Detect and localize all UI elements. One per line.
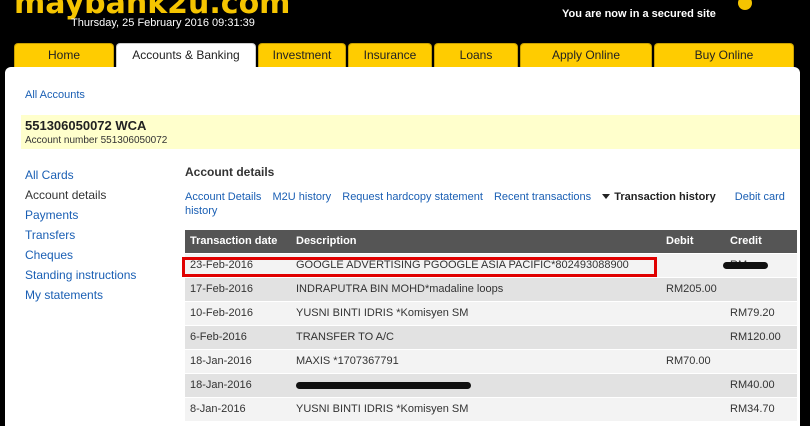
- breadcrumb-all-accounts[interactable]: All Accounts: [25, 89, 85, 101]
- cell-date: 17-Feb-2016: [185, 276, 291, 301]
- table-row: 18-Jan-2016 RM40.00: [185, 372, 797, 397]
- triangle-down-icon: [602, 194, 611, 199]
- table-row: 6-Feb-2016 TRANSFER TO A/C RM120.00: [185, 324, 797, 349]
- tab-apply-online[interactable]: Apply Online: [520, 43, 652, 67]
- col-transaction-date: Transaction date: [185, 230, 291, 253]
- sidebar-item-cheques[interactable]: Cheques: [25, 245, 136, 265]
- header-bar: maybank2u.com Thursday, 25 February 2016…: [0, 0, 810, 44]
- sidebar: All Cards Account details Payments Trans…: [25, 165, 136, 305]
- sidebar-item-account-details[interactable]: Account details: [25, 185, 136, 205]
- cell-debit: [661, 300, 725, 325]
- secure-site-notice: You are now in a secured site: [562, 8, 716, 20]
- link-transaction-history: Transaction history: [602, 191, 723, 203]
- cell-description: TRANSFER TO A/C: [291, 324, 661, 349]
- highlight-box: [182, 257, 657, 277]
- account-subnav: Account Details M2U history Request hard…: [185, 190, 785, 218]
- sidebar-item-standing-instructions[interactable]: Standing instructions: [25, 265, 136, 285]
- cell-debit: [661, 252, 725, 277]
- tab-accounts-banking[interactable]: Accounts & Banking: [116, 43, 256, 70]
- sidebar-item-all-cards[interactable]: All Cards: [25, 165, 136, 185]
- cell-description: YUSNI BINTI IDRIS *Komisyen SM: [291, 396, 661, 421]
- redaction-scribble: [296, 381, 471, 389]
- cell-description: INDRAPUTRA BIN MOHD*madaline loops: [291, 276, 661, 301]
- table-row: 10-Feb-2016 YUSNI BINTI IDRIS *Komisyen …: [185, 300, 797, 325]
- cell-debit: RM70.00: [661, 348, 725, 373]
- secure-indicator-icon: [738, 0, 752, 10]
- cell-debit: [661, 372, 725, 397]
- link-request-hardcopy-statement[interactable]: Request hardcopy statement: [342, 191, 483, 203]
- transaction-history-label: Transaction history: [614, 191, 716, 203]
- cell-debit: [661, 396, 725, 421]
- cell-credit: [725, 276, 797, 301]
- tab-loans[interactable]: Loans: [434, 43, 518, 67]
- sidebar-item-transfers[interactable]: Transfers: [25, 225, 136, 245]
- table-header-row: Transaction date Description Debit Credi…: [185, 230, 797, 253]
- cell-credit: RM: [723, 252, 797, 277]
- table-row: 18-Jan-2016 MAXIS *1707367791 RM70.00: [185, 348, 797, 373]
- sidebar-item-my-statements[interactable]: My statements: [25, 285, 136, 305]
- cell-credit: RM120.00: [725, 324, 797, 349]
- cell-credit: RM34.70: [725, 396, 797, 421]
- link-account-details[interactable]: Account Details: [185, 191, 261, 203]
- tab-investment[interactable]: Investment: [258, 43, 346, 67]
- tab-insurance[interactable]: Insurance: [348, 43, 432, 67]
- current-datetime: Thursday, 25 February 2016 09:31:39: [71, 17, 255, 29]
- main-content: Account details Account Details M2U hist…: [185, 165, 797, 421]
- cell-date: 10-Feb-2016: [185, 300, 291, 325]
- content-panel: All Accounts 551306050072 WCA Account nu…: [5, 67, 800, 426]
- redaction-scribble: [723, 261, 769, 269]
- col-description: Description: [291, 230, 661, 253]
- cell-description: MAXIS *1707367791: [291, 348, 661, 373]
- cell-credit: [725, 348, 797, 373]
- cell-debit: RM205.00: [661, 276, 725, 301]
- cell-date: 8-Jan-2016: [185, 396, 291, 421]
- table-row: 8-Jan-2016 YUSNI BINTI IDRIS *Komisyen S…: [185, 396, 797, 421]
- tab-buy-online[interactable]: Buy Online: [654, 43, 794, 67]
- account-title: 551306050072 WCA: [25, 118, 147, 133]
- cell-date: 6-Feb-2016: [185, 324, 291, 349]
- cell-description: YUSNI BINTI IDRIS *Komisyen SM: [291, 300, 661, 325]
- cell-credit: RM40.00: [725, 372, 797, 397]
- sidebar-item-payments[interactable]: Payments: [25, 205, 136, 225]
- col-debit: Debit: [661, 230, 725, 253]
- col-credit: Credit: [725, 230, 797, 253]
- account-header: 551306050072 WCA Account number 55130605…: [21, 115, 800, 149]
- account-number: Account number 551306050072: [25, 135, 168, 146]
- cell-credit: RM79.20: [725, 300, 797, 325]
- cell-date: 18-Jan-2016: [185, 372, 291, 397]
- cell-date: 18-Jan-2016: [185, 348, 291, 373]
- cell-debit: [661, 324, 725, 349]
- tab-home[interactable]: Home: [14, 43, 114, 67]
- link-recent-transactions[interactable]: Recent transactions: [494, 191, 591, 203]
- cell-description: [291, 372, 661, 397]
- section-title: Account details: [185, 165, 275, 179]
- link-m2u-history[interactable]: M2U history: [273, 191, 332, 203]
- table-row: 17-Feb-2016 INDRAPUTRA BIN MOHD*madaline…: [185, 276, 797, 301]
